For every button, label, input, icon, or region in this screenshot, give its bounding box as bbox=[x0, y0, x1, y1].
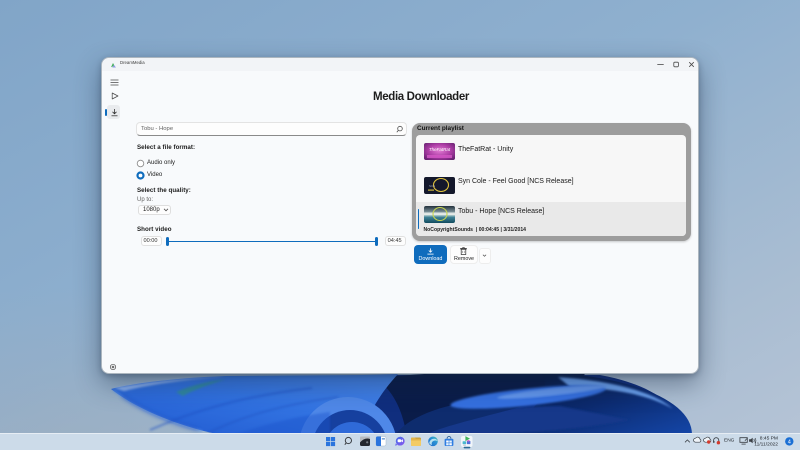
svg-text:11/11/2022: 11/11/2022 bbox=[754, 441, 778, 447]
svg-text:SCS: SCS bbox=[429, 184, 435, 188]
svg-text:TheFatRat: TheFatRat bbox=[429, 147, 451, 152]
svg-text:8:45 PM: 8:45 PM bbox=[760, 436, 778, 442]
svg-text:4: 4 bbox=[788, 439, 791, 445]
svg-text:ENG: ENG bbox=[724, 437, 735, 443]
